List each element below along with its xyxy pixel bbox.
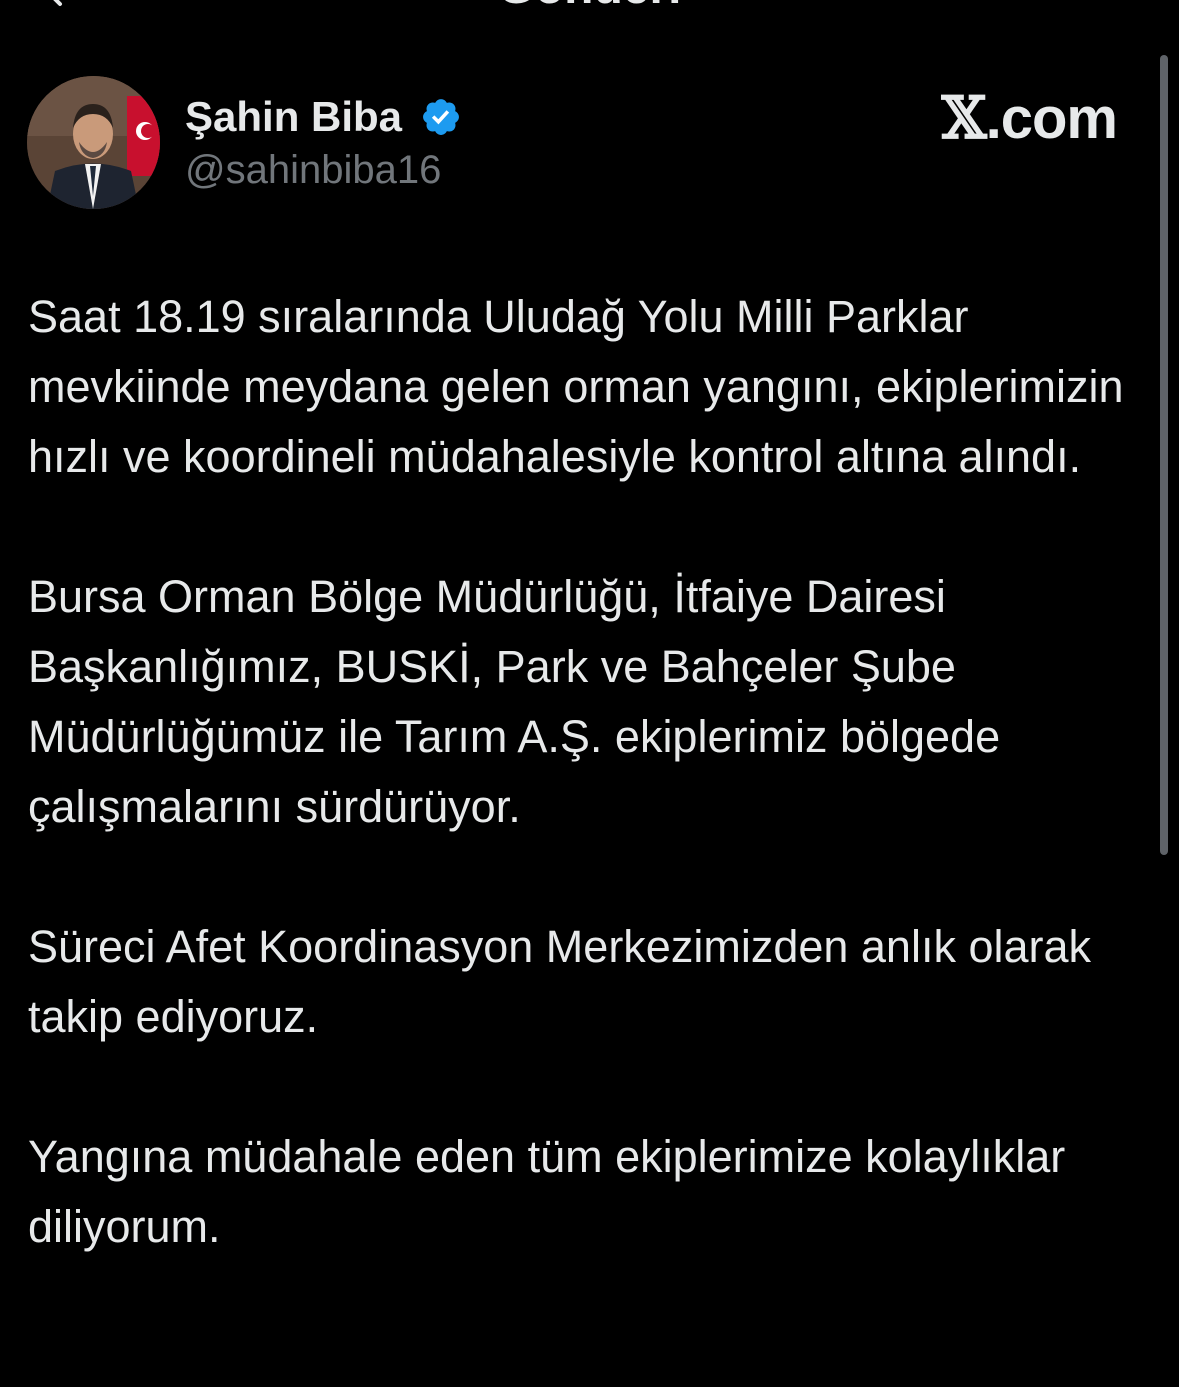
verified-badge-icon <box>420 96 462 138</box>
author-handle[interactable]: @sahinbiba16 <box>185 146 441 194</box>
page-title: Gönderi <box>0 0 1179 16</box>
x-logo-icon: 𝕏 <box>941 84 987 152</box>
tweet-paragraph: Yangına müdahale eden tüm ekiplerimize k… <box>28 1131 1066 1252</box>
avatar[interactable] <box>27 76 160 209</box>
author-name[interactable]: Şahin Biba <box>185 93 402 141</box>
x-com-watermark: 𝕏.com <box>941 84 1118 152</box>
tweet-text: Saat 18.19 sıralarında Uludağ Yolu Milli… <box>28 282 1153 1262</box>
tweet-paragraph: Bursa Orman Bölge Müdürlüğü, İtfaiye Dai… <box>28 571 1001 832</box>
brand-domain: .com <box>985 86 1118 151</box>
top-bar: Gönderi <box>0 0 1179 20</box>
tweet-paragraph: Süreci Afet Koordinasyon Merkezimizden a… <box>28 921 1092 1042</box>
tweet-paragraph: Saat 18.19 sıralarında Uludağ Yolu Milli… <box>28 291 1124 482</box>
scrollbar[interactable] <box>1160 55 1168 855</box>
